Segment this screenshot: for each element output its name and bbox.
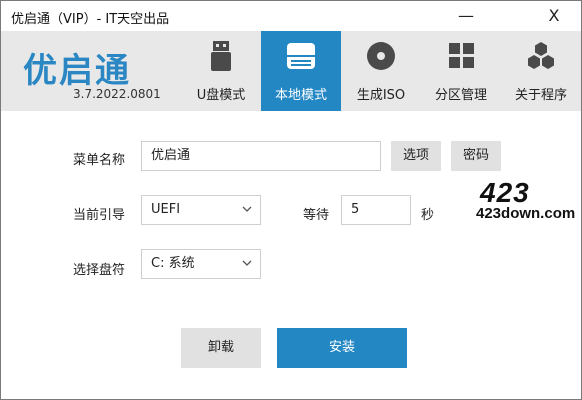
disk-select-value: C: 系统 [151,256,195,271]
boot-label: 当前引导 [73,208,126,223]
disk-label: 选择盘符 [73,263,126,278]
wait-seconds-input[interactable]: 5 [341,195,411,225]
install-button[interactable]: 安装 [277,328,407,368]
tab-label: 本地模式 [274,88,327,103]
disk-select[interactable]: C: 系统 [141,249,261,279]
boot-select[interactable]: UEFI [141,195,261,225]
usb-drive-icon [211,41,231,71]
menu-name-label: 菜单名称 [73,153,126,168]
app-window: 优启通（VIP）- IT天空出品 — X 优启通 3.7.2022.0801 U… [0,0,582,400]
main-panel: 菜单名称 优启通 选项 密码 当前引导 UEFI 等待 5 秒 选择盘符 C: … [1,111,581,399]
app-logo: 优启通 [23,51,131,91]
menu-name-input[interactable]: 优启通 [141,141,381,171]
tab-about[interactable]: 关于程序 [501,31,581,111]
watermark-domain: 423down.com [476,205,576,222]
hard-drive-icon [287,43,315,69]
tab-make-iso[interactable]: 生成ISO [341,31,421,111]
password-button[interactable]: 密码 [451,141,501,171]
header-bar: 优启通 3.7.2022.0801 U盘模式 本地模式 生成ISO 分区管理 关… [1,31,581,111]
tab-label: 分区管理 [434,88,487,103]
options-button[interactable]: 选项 [391,141,441,171]
wait-label: 等待 [303,208,330,223]
disc-icon [367,42,395,70]
version-label: 3.7.2022.0801 [73,87,161,101]
tab-local-mode[interactable]: 本地模式 [261,31,341,111]
chevron-down-icon [242,206,252,212]
tab-label: 关于程序 [514,88,567,103]
partition-grid-icon [449,43,474,68]
title-bar: 优启通（VIP）- IT天空出品 — X [1,1,581,31]
uninstall-button[interactable]: 卸载 [181,328,261,368]
tab-label: 生成ISO [356,88,406,103]
tab-usb-mode[interactable]: U盘模式 [181,31,261,111]
tab-partition-manager[interactable]: 分区管理 [421,31,501,111]
site-watermark: 423 423down.com [476,177,576,226]
window-title: 优启通（VIP）- IT天空出品 [11,12,170,27]
boot-select-value: UEFI [151,202,181,217]
chevron-down-icon [242,260,252,266]
seconds-unit-label: 秒 [421,208,435,223]
minimize-button[interactable]: — [443,1,489,31]
close-button[interactable]: X [531,1,577,31]
tab-label: U盘模式 [196,88,246,103]
hexagon-cluster-icon [528,42,554,69]
